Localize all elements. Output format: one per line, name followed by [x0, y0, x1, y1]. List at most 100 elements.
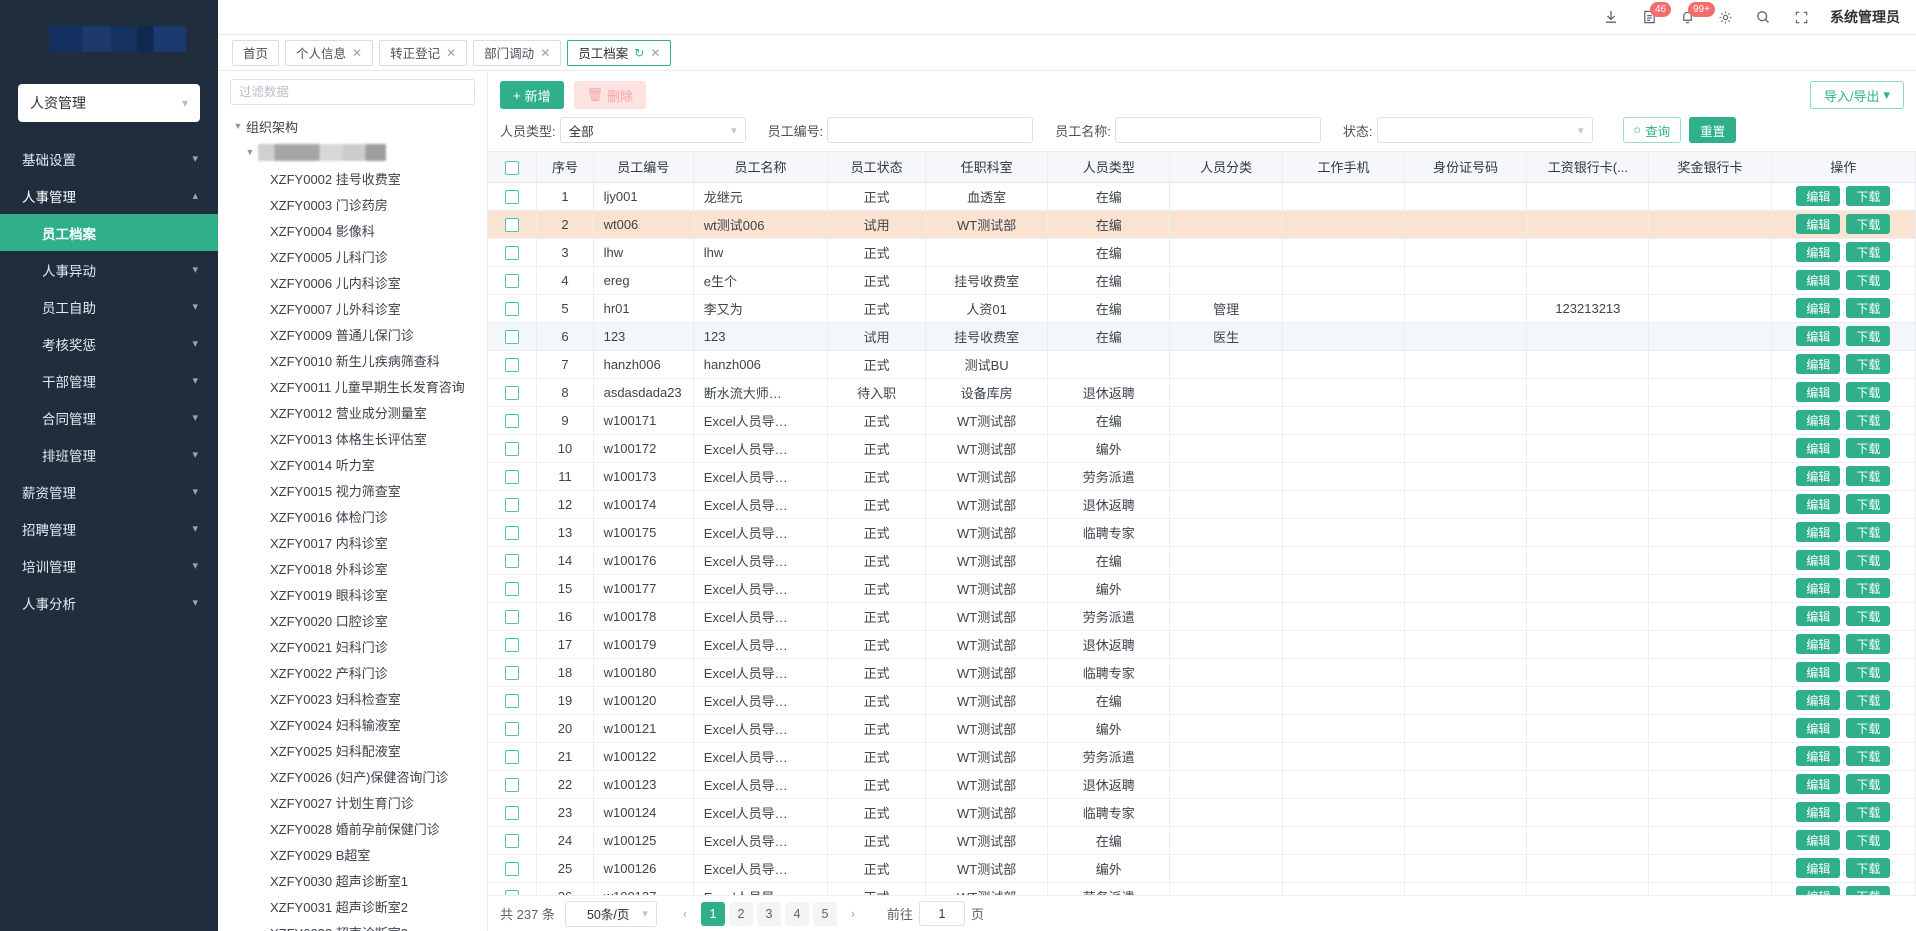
edit-button[interactable]: 编辑 [1796, 606, 1841, 626]
tree-node[interactable]: XZFY0016 体检门诊 [222, 503, 487, 529]
row-select-cell[interactable] [488, 574, 538, 603]
row-select-cell[interactable] [488, 798, 538, 827]
download-button[interactable]: 下载 [1846, 578, 1891, 598]
row-select-cell[interactable] [488, 826, 538, 855]
page-button-1[interactable]: 1 [700, 901, 725, 926]
row-select-cell[interactable] [488, 238, 538, 267]
emp-code-input[interactable] [827, 117, 1034, 143]
tree-node[interactable]: XZFY0021 妇科门诊 [222, 633, 487, 659]
refresh-icon[interactable]: ↻ [634, 46, 644, 60]
goto-page-input[interactable] [918, 901, 965, 926]
download-button[interactable]: 下载 [1846, 690, 1891, 710]
tree-node[interactable]: XZFY0030 超声诊断室1 [222, 867, 487, 893]
row-checkbox[interactable] [505, 469, 520, 484]
table-row[interactable]: 8 asdasdada23 断水流大师… 待入职 设备库房 退休返聘 编辑 下载 [488, 378, 1916, 407]
tree-node[interactable]: XZFY0018 外科诊室 [222, 555, 487, 581]
tree-node[interactable]: XZFY0002 挂号收费室 [222, 165, 487, 191]
tree-node[interactable]: XZFY0003 门诊药房 [222, 191, 487, 217]
tab-regularization[interactable]: 转正登记 ✕ [379, 39, 468, 66]
tree-node[interactable]: XZFY0023 妇科检查室 [222, 685, 487, 711]
row-checkbox[interactable] [505, 581, 520, 596]
row-select-cell[interactable] [488, 854, 538, 883]
row-select-cell[interactable] [488, 658, 538, 687]
download-button[interactable]: 下载 [1846, 746, 1891, 766]
tree-node[interactable]: XZFY0031 超声诊断室2 [222, 893, 487, 919]
tree-node[interactable]: XZFY0025 妇科配液室 [222, 737, 487, 763]
edit-button[interactable]: 编辑 [1796, 494, 1841, 514]
edit-button[interactable]: 编辑 [1796, 522, 1841, 542]
sidebar-item-basic-settings[interactable]: 基础设置 ▾ [0, 140, 218, 177]
row-select-cell[interactable] [488, 882, 538, 895]
row-checkbox[interactable] [505, 777, 520, 792]
table-row[interactable]: 23 w100124 Excel人员导… 正式 WT测试部 临聘专家 编辑 下载 [488, 798, 1916, 827]
edit-button[interactable]: 编辑 [1796, 634, 1841, 654]
status-select[interactable]: ▾ [1376, 117, 1593, 143]
edit-button[interactable]: 编辑 [1796, 298, 1841, 318]
sidebar-item-personnel-changes[interactable]: 人事异动 ▾ [0, 251, 218, 288]
download-button[interactable]: 下载 [1846, 606, 1891, 626]
download-button[interactable]: 下载 [1846, 466, 1891, 486]
download-button[interactable]: 下载 [1846, 802, 1891, 822]
tab-home[interactable]: 首页 [232, 39, 280, 66]
fullscreen-icon[interactable] [1782, 0, 1820, 35]
edit-button[interactable]: 编辑 [1796, 214, 1841, 234]
download-button[interactable]: 下载 [1846, 270, 1891, 290]
row-select-cell[interactable] [488, 406, 538, 435]
row-select-cell[interactable] [488, 546, 538, 575]
row-checkbox[interactable] [505, 553, 520, 568]
row-select-cell[interactable] [488, 770, 538, 799]
table-row[interactable]: 21 w100122 Excel人员导… 正式 WT测试部 劳务派遣 编辑 下载 [488, 742, 1916, 771]
sidebar-item-cadre-management[interactable]: 干部管理 ▾ [0, 362, 218, 399]
caret-down-icon[interactable]: ▼ [230, 121, 246, 131]
row-select-cell[interactable] [488, 602, 538, 631]
tree-node[interactable]: XZFY0014 听力室 [222, 451, 487, 477]
table-row[interactable]: 15 w100177 Excel人员导… 正式 WT测试部 编外 编辑 下载 [488, 574, 1916, 603]
row-checkbox[interactable] [505, 217, 520, 232]
close-icon[interactable]: ✕ [446, 46, 456, 60]
tree-node-root[interactable]: ▼ 组织架构 [222, 113, 487, 139]
add-button[interactable]: + 新增 [500, 81, 564, 109]
table-row[interactable]: 10 w100172 Excel人员导… 正式 WT测试部 编外 编辑 下载 [488, 434, 1916, 463]
edit-button[interactable]: 编辑 [1796, 718, 1841, 738]
row-checkbox[interactable] [505, 497, 520, 512]
row-checkbox[interactable] [505, 833, 520, 848]
table-row[interactable]: 16 w100178 Excel人员导… 正式 WT测试部 劳务派遣 编辑 下载 [488, 602, 1916, 631]
page-button-4[interactable]: 4 [784, 901, 809, 926]
row-checkbox[interactable] [505, 721, 520, 736]
tree-node[interactable]: XZFY0007 儿外科诊室 [222, 295, 487, 321]
edit-button[interactable]: 编辑 [1796, 858, 1841, 878]
row-select-cell[interactable] [488, 210, 538, 239]
download-button[interactable]: 下载 [1846, 634, 1891, 654]
sidebar-item-hr-analytics[interactable]: 人事分析 ▾ [0, 584, 218, 621]
download-button[interactable]: 下载 [1846, 186, 1891, 206]
edit-button[interactable]: 编辑 [1796, 382, 1841, 402]
row-select-cell[interactable] [488, 490, 538, 519]
import-export-button[interactable]: 导入/导出 ▾ [1809, 81, 1904, 109]
row-select-cell[interactable] [488, 686, 538, 715]
row-select-cell[interactable] [488, 378, 538, 407]
table-row[interactable]: 1 ljy001 龙继元 正式 血透室 在编 编辑 下载 [488, 182, 1916, 211]
tree-node[interactable]: XZFY0011 儿童早期生长发育咨询 [222, 373, 487, 399]
edit-button[interactable]: 编辑 [1796, 746, 1841, 766]
select-all-checkbox[interactable] [505, 160, 520, 175]
page-button-3[interactable]: 3 [756, 901, 781, 926]
row-select-cell[interactable] [488, 462, 538, 491]
download-button[interactable]: 下载 [1846, 298, 1891, 318]
edit-button[interactable]: 编辑 [1796, 662, 1841, 682]
download-button[interactable]: 下载 [1846, 214, 1891, 234]
table-row[interactable]: 11 w100173 Excel人员导… 正式 WT测试部 劳务派遣 编辑 下载 [488, 462, 1916, 491]
row-checkbox[interactable] [505, 609, 520, 624]
row-checkbox[interactable] [505, 889, 520, 895]
edit-button[interactable]: 编辑 [1796, 354, 1841, 374]
tree-node[interactable]: XZFY0012 营业成分测量室 [222, 399, 487, 425]
edit-button[interactable]: 编辑 [1796, 802, 1841, 822]
edit-button[interactable]: 编辑 [1796, 410, 1841, 430]
edit-button[interactable]: 编辑 [1796, 550, 1841, 570]
query-button[interactable]: ○ 查询 [1622, 117, 1682, 143]
tree-node[interactable]: XZFY0009 普通儿保门诊 [222, 321, 487, 347]
row-checkbox[interactable] [505, 301, 520, 316]
close-icon[interactable]: ✕ [650, 46, 660, 60]
edit-button[interactable]: 编辑 [1796, 774, 1841, 794]
close-icon[interactable]: ✕ [352, 46, 362, 60]
edit-button[interactable]: 编辑 [1796, 242, 1841, 262]
